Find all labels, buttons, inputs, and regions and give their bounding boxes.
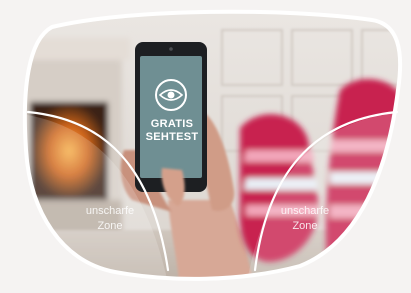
lens-scene (0, 0, 411, 293)
phone-text-line1: GRATIS (150, 118, 194, 130)
right-zone-line1: unscharfe (280, 205, 330, 217)
phone-screen-text: GRATIS SEHTEST (139, 118, 205, 144)
right-blur-zone-label: unscharfe Zone (250, 204, 360, 234)
right-zone-line2: Zone (292, 220, 318, 232)
left-zone-line1: unscharfe (85, 205, 135, 217)
phone-text-line2: SEHTEST (145, 131, 199, 143)
left-zone-line2: Zone (97, 220, 123, 232)
lens-illustration: GRATIS SEHTEST unscharfe Zone unscharfe … (0, 0, 411, 293)
left-blur-zone-label: unscharfe Zone (55, 204, 165, 234)
